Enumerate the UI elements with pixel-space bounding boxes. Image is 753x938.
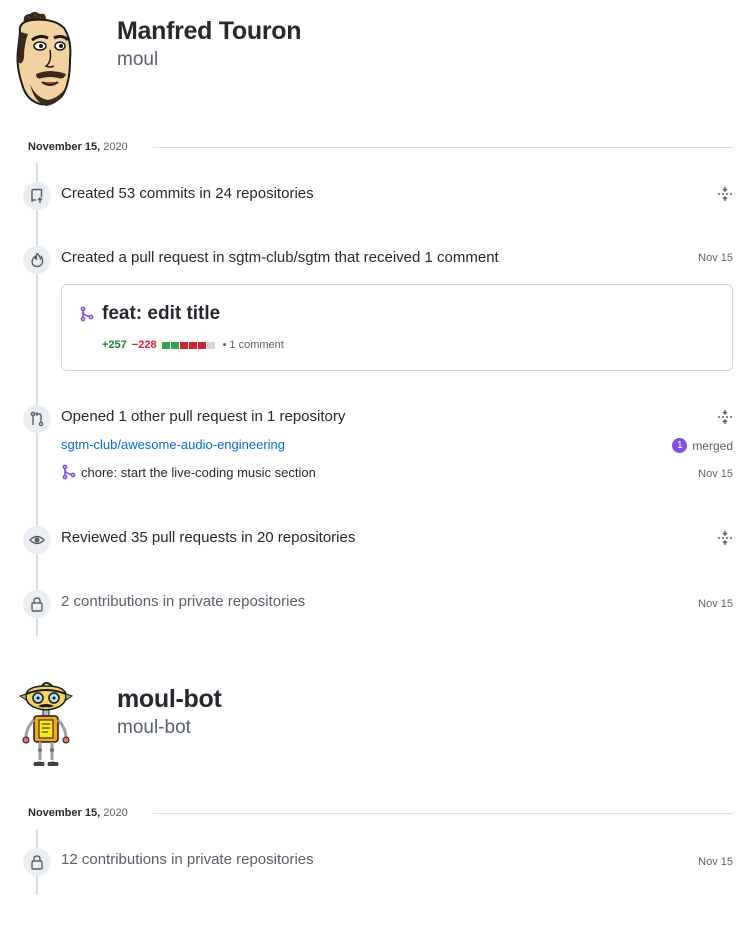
event-pull-request-title[interactable]: Created a pull request in sgtm-club/sgtm… (61, 248, 499, 268)
event-private-title: 2 contributions in private repositories (61, 593, 306, 610)
date-header: November 15, 2020 (28, 806, 733, 820)
fold-icon[interactable] (716, 529, 734, 547)
profile-name[interactable]: moul-bot (117, 685, 222, 714)
opened-pr-date: Nov 15 (698, 468, 733, 480)
divider (153, 147, 733, 148)
diffstat-square (206, 341, 215, 349)
pr-stats: +257 −228 • 1 comment (102, 339, 284, 351)
timeline-line (36, 163, 38, 636)
event-date: Nov 15 (698, 856, 733, 868)
date-month: November 15, (28, 141, 101, 153)
repo-link[interactable]: sgtm-club/awesome-audio-engineering (61, 437, 285, 452)
event-commits-title: Created 53 commits in 24 repositories (61, 185, 314, 202)
diffstat-square (197, 341, 206, 349)
comment-count[interactable]: 1 comment (229, 339, 283, 351)
lock-icon (23, 848, 51, 876)
date-year: 2020 (103, 141, 128, 153)
opened-pr-item[interactable]: chore: start the live-coding music secti… (61, 464, 316, 480)
diffstat-square (188, 341, 197, 349)
opened-pr-title[interactable]: chore: start the live-coding music secti… (81, 465, 316, 480)
eye-icon (23, 526, 51, 554)
fold-icon[interactable] (716, 185, 734, 203)
additions: +257 (102, 339, 127, 351)
event-private-title: 12 contributions in private repositories (61, 851, 314, 868)
divider (153, 813, 733, 814)
git-compare-icon (23, 405, 51, 433)
merged-status: 1 merged (672, 438, 733, 453)
event-date: Nov 15 (698, 252, 733, 264)
diffstat-bar (161, 341, 215, 349)
profile-name[interactable]: Manfred Touron (117, 17, 302, 46)
pull-request-card: feat: edit title +257 −228 • 1 comment (61, 284, 733, 371)
date-month: November 15, (28, 807, 101, 819)
avatar[interactable] (12, 680, 80, 780)
git-merge-icon (62, 464, 76, 480)
avatar[interactable] (12, 10, 80, 110)
diffstat-square (179, 341, 188, 349)
date-header: November 15, 2020 (28, 140, 733, 154)
diffstat-square (161, 341, 170, 349)
event-reviewed-title: Reviewed 35 pull requests in 20 reposito… (61, 529, 356, 546)
deletions: −228 (131, 339, 157, 351)
pr-title[interactable]: feat: edit title (102, 303, 220, 325)
separator: • (222, 339, 227, 351)
profile-login: moul-bot (117, 717, 191, 738)
repo-push-icon (23, 182, 51, 210)
merged-label: merged (692, 438, 733, 453)
diffstat-square (170, 341, 179, 349)
fold-icon[interactable] (716, 408, 734, 426)
profile-login: moul (117, 49, 159, 70)
merged-count-badge: 1 (672, 438, 688, 453)
git-pull-request-icon (80, 306, 94, 322)
lock-icon (23, 590, 51, 618)
date-year: 2020 (103, 807, 128, 819)
event-date: Nov 15 (698, 598, 733, 610)
event-opened-title: Opened 1 other pull request in 1 reposit… (61, 408, 346, 425)
flame-icon (23, 246, 51, 274)
